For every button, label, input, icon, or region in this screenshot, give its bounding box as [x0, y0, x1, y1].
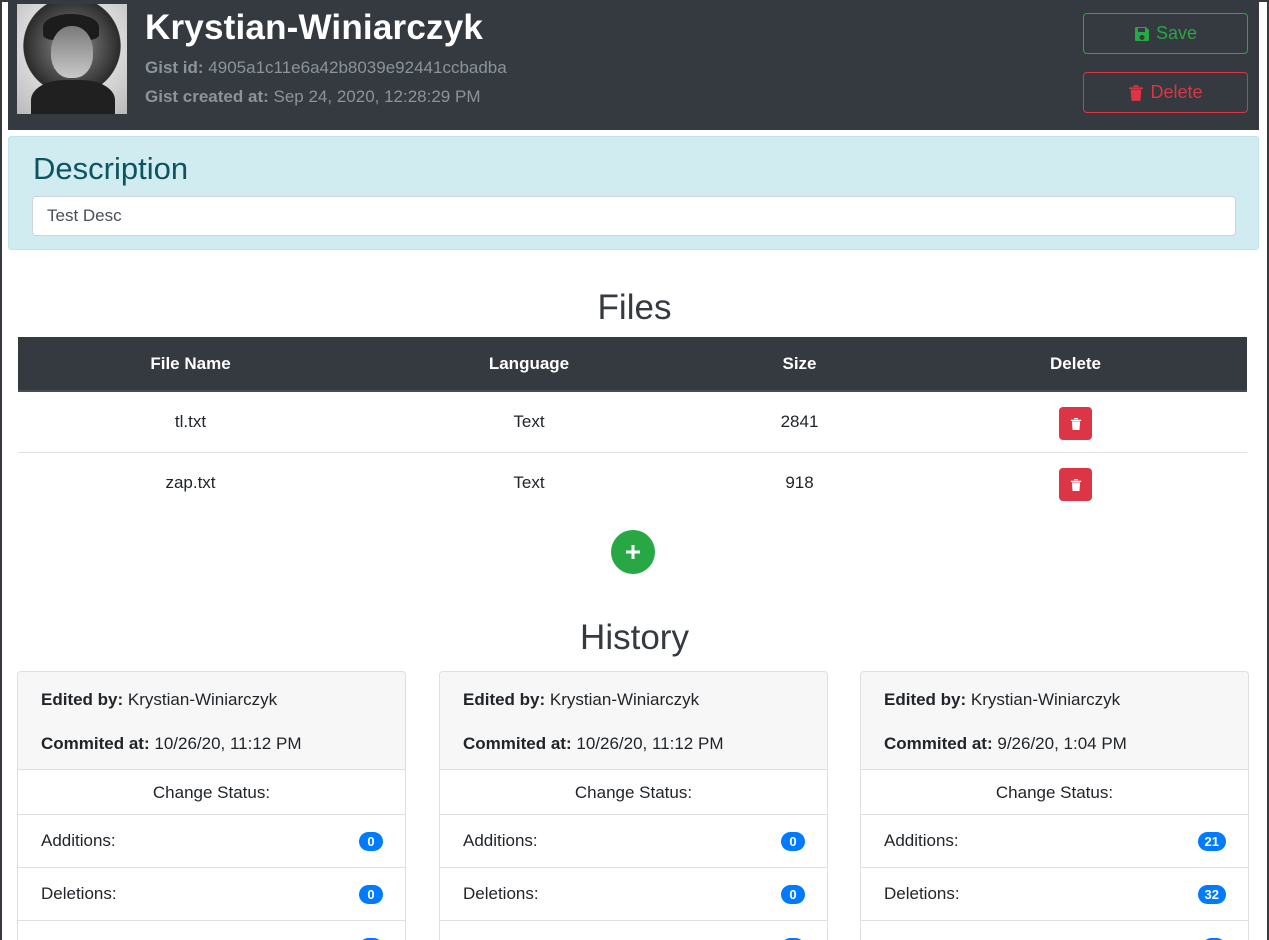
deletions-label: Deletions:	[41, 884, 117, 903]
column-header: Delete	[904, 337, 1247, 392]
file-name: zap.txt	[18, 451, 363, 513]
gist-created-label: Gist created at:	[145, 87, 269, 106]
deletions-row: Deletions: 32	[861, 868, 1248, 921]
deletions-label: Deletions:	[884, 884, 960, 903]
deletions-badge: 32	[1197, 885, 1226, 904]
gist-id-value: 4905a1c11e6a42b8039e92441ccbadba	[208, 58, 507, 77]
files-title: Files	[597, 288, 672, 327]
gist-header: Krystian-Winiarczyk Gist id: 4905a1c11e6…	[8, 0, 1259, 130]
file-language: Text	[363, 451, 695, 513]
gist-id-label: Gist id:	[145, 58, 204, 77]
file-delete-cell	[904, 390, 1247, 452]
edited-by-label: Edited by:	[884, 690, 967, 709]
gist-created: Gist created at: Sep 24, 2020, 12:28:29 …	[145, 87, 481, 107]
add-file-button[interactable]	[611, 530, 655, 574]
files-table: File Name Language Size Delete tl.txt Te…	[18, 337, 1247, 513]
files-header-row: File Name Language Size Delete	[18, 337, 1247, 392]
floppy-disk-icon	[1134, 26, 1149, 41]
gist-created-value: Sep 24, 2020, 12:28:29 PM	[273, 87, 481, 106]
change-status-label: Change Status:	[18, 770, 405, 815]
deletions-row: Deletions: 0	[18, 868, 405, 921]
edited-by-label: Edited by:	[463, 690, 546, 709]
history-card: Edited by: Krystian-Winiarczyk Commited …	[439, 671, 828, 940]
column-header: File Name	[18, 337, 363, 392]
file-size: 2841	[695, 390, 904, 452]
history-card: Edited by: Krystian-Winiarczyk Commited …	[860, 671, 1249, 940]
history-title: History	[580, 618, 689, 657]
committed-at-label: Commited at:	[41, 734, 150, 753]
committed-at-value: 10/26/20, 11:12 PM	[576, 734, 724, 753]
column-header: Size	[695, 337, 904, 392]
description-panel: Description	[8, 136, 1259, 250]
editor-name: Krystian-Winiarczyk	[970, 690, 1121, 709]
change-status-label: Change Status:	[440, 770, 827, 815]
file-language: Text	[363, 390, 695, 452]
additions-label: Additions:	[884, 831, 959, 850]
history-card-header: Edited by: Krystian-Winiarczyk Commited …	[18, 672, 405, 770]
additions-badge: 0	[359, 832, 383, 851]
description-input[interactable]	[32, 196, 1236, 236]
editor-name: Krystian-Winiarczyk	[127, 690, 278, 709]
history-card: Edited by: Krystian-Winiarczyk Commited …	[17, 671, 406, 940]
additions-row: Additions: 0	[440, 815, 827, 868]
deletions-label: Deletions:	[463, 884, 539, 903]
file-delete-cell	[904, 451, 1247, 513]
committed-at-value: 9/26/20, 1:04 PM	[997, 734, 1127, 753]
delete-file-button[interactable]	[1059, 468, 1092, 502]
history-row-partial	[861, 921, 1248, 940]
additions-label: Additions:	[463, 831, 538, 850]
file-name: tl.txt	[18, 390, 363, 452]
committed-at-value: 10/26/20, 11:12 PM	[154, 734, 302, 753]
edited-by-label: Edited by:	[41, 690, 124, 709]
save-button[interactable]: Save	[1083, 13, 1248, 54]
trash-icon	[1129, 84, 1144, 101]
trash-icon	[1070, 478, 1081, 491]
plus-icon	[626, 545, 640, 559]
history-card-header: Edited by: Krystian-Winiarczyk Commited …	[440, 672, 827, 770]
owner-name: Krystian-Winiarczyk	[145, 8, 484, 47]
editor-name: Krystian-Winiarczyk	[549, 690, 700, 709]
file-size: 918	[695, 451, 904, 513]
file-row: tl.txt Text 2841	[18, 390, 1247, 452]
history-card-header: Edited by: Krystian-Winiarczyk Commited …	[861, 672, 1248, 770]
committed-at-label: Commited at:	[884, 734, 993, 753]
avatar	[17, 4, 127, 114]
deletions-badge: 0	[781, 885, 805, 904]
committed-at-label: Commited at:	[463, 734, 572, 753]
save-label: Save	[1155, 23, 1198, 43]
delete-gist-button[interactable]: Delete	[1083, 72, 1248, 113]
additions-badge: 21	[1197, 832, 1226, 851]
additions-row: Additions: 0	[18, 815, 405, 868]
history-row-partial	[440, 921, 827, 940]
history-row-partial	[18, 921, 405, 940]
deletions-badge: 0	[359, 885, 383, 904]
change-status-label: Change Status:	[861, 770, 1248, 815]
description-title: Description	[33, 151, 189, 186]
column-header: Language	[363, 337, 695, 392]
additions-row: Additions: 21	[861, 815, 1248, 868]
trash-icon	[1070, 417, 1081, 430]
delete-label: Delete	[1150, 82, 1203, 102]
deletions-row: Deletions: 0	[440, 868, 827, 921]
delete-file-button[interactable]	[1059, 407, 1092, 441]
file-row: zap.txt Text 918	[18, 451, 1247, 513]
gist-id: Gist id: 4905a1c11e6a42b8039e92441ccbadb…	[145, 58, 507, 78]
additions-badge: 0	[781, 832, 805, 851]
additions-label: Additions:	[41, 831, 116, 850]
